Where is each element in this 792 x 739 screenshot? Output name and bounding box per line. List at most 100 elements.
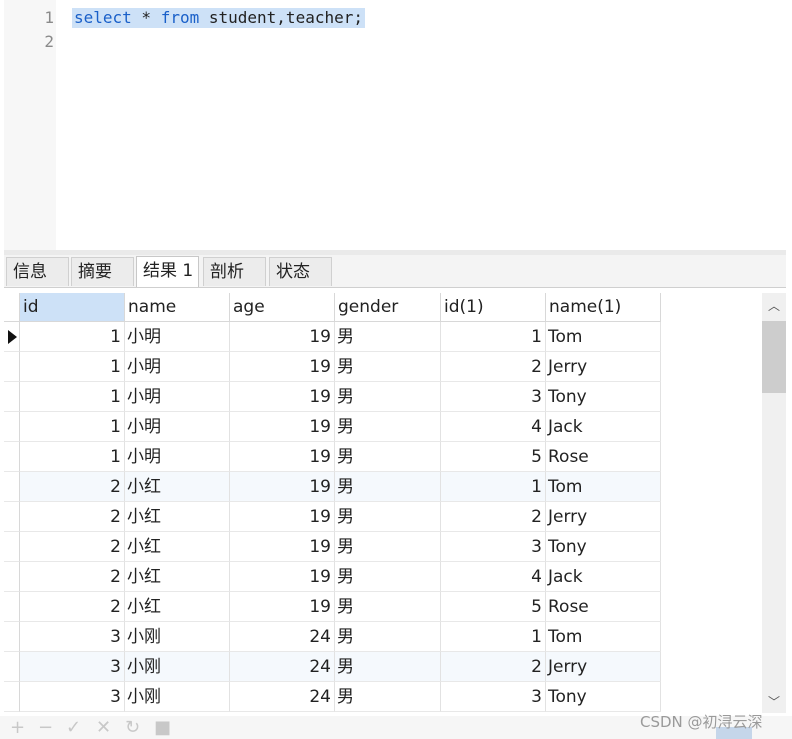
table-cell[interactable]: 1: [20, 442, 125, 472]
table-cell[interactable]: 男: [335, 562, 441, 592]
table-cell[interactable]: 小红: [125, 532, 230, 562]
table-cell[interactable]: 1: [20, 352, 125, 382]
sql-query-line[interactable]: select * from student,teacher;: [72, 8, 365, 28]
table-cell[interactable]: 24: [230, 622, 335, 652]
table-cell[interactable]: 4: [441, 562, 546, 592]
table-cell[interactable]: Jerry: [546, 352, 661, 382]
scroll-thumb[interactable]: [762, 321, 786, 393]
table-cell[interactable]: 男: [335, 322, 441, 352]
table-cell[interactable]: 19: [230, 412, 335, 442]
table-cell[interactable]: Rose: [546, 592, 661, 622]
table-cell[interactable]: 小刚: [125, 622, 230, 652]
table-cell[interactable]: 5: [441, 592, 546, 622]
table-cell[interactable]: 24: [230, 652, 335, 682]
table-cell[interactable]: Tony: [546, 532, 661, 562]
table-row[interactable]: 1 小明 19 男 5 Rose: [4, 442, 661, 472]
table-cell[interactable]: 小红: [125, 472, 230, 502]
table-cell[interactable]: 小明: [125, 382, 230, 412]
tab-summary[interactable]: 摘要: [71, 257, 134, 286]
table-cell[interactable]: Tony: [546, 682, 661, 712]
table-cell[interactable]: 1: [20, 322, 125, 352]
apply-icon[interactable]: ✓: [66, 719, 81, 737]
table-cell[interactable]: 2: [441, 502, 546, 532]
table-row[interactable]: 1 小明 19 男 2 Jerry: [4, 352, 661, 382]
table-cell[interactable]: 男: [335, 382, 441, 412]
table-cell[interactable]: 19: [230, 352, 335, 382]
remove-icon[interactable]: −: [38, 719, 53, 737]
table-cell[interactable]: 男: [335, 472, 441, 502]
row-header[interactable]: [4, 502, 20, 532]
table-cell[interactable]: 3: [441, 532, 546, 562]
table-cell[interactable]: Rose: [546, 442, 661, 472]
table-cell[interactable]: Tom: [546, 322, 661, 352]
table-cell[interactable]: 2: [20, 472, 125, 502]
table-row[interactable]: 3 小刚 24 男 3 Tony: [4, 682, 661, 712]
table-cell[interactable]: 19: [230, 322, 335, 352]
tab-status[interactable]: 状态: [269, 257, 332, 286]
table-cell[interactable]: 19: [230, 382, 335, 412]
table-row[interactable]: 2 小红 19 男 2 Jerry: [4, 502, 661, 532]
row-header[interactable]: [4, 322, 20, 352]
table-cell[interactable]: 19: [230, 472, 335, 502]
table-row[interactable]: 2 小红 19 男 4 Jack: [4, 562, 661, 592]
table-row[interactable]: 3 小刚 24 男 2 Jerry: [4, 652, 661, 682]
table-row[interactable]: 1 小明 19 男 4 Jack: [4, 412, 661, 442]
table-cell[interactable]: 19: [230, 562, 335, 592]
table-cell[interactable]: Jerry: [546, 502, 661, 532]
table-cell[interactable]: Jack: [546, 562, 661, 592]
table-cell[interactable]: Tom: [546, 622, 661, 652]
scroll-up-icon[interactable]: ︿: [768, 300, 780, 312]
table-cell[interactable]: Tom: [546, 472, 661, 502]
row-header[interactable]: [4, 682, 20, 712]
table-cell[interactable]: 男: [335, 592, 441, 622]
stop-icon[interactable]: ■: [154, 719, 171, 737]
table-cell[interactable]: 小刚: [125, 682, 230, 712]
row-header[interactable]: [4, 532, 20, 562]
sql-editor[interactable]: 1 2 select * from student,teacher;: [4, 0, 786, 250]
table-cell[interactable]: Jerry: [546, 652, 661, 682]
table-row[interactable]: 2 小红 19 男 1 Tom: [4, 472, 661, 502]
table-cell[interactable]: 3: [20, 682, 125, 712]
table-cell[interactable]: 1: [441, 322, 546, 352]
row-header[interactable]: [4, 382, 20, 412]
table-cell[interactable]: 19: [230, 442, 335, 472]
table-row[interactable]: 1 小明 19 男 3 Tony: [4, 382, 661, 412]
table-cell[interactable]: 2: [20, 562, 125, 592]
tab-profile[interactable]: 剖析: [203, 257, 266, 286]
column-header[interactable]: gender: [335, 293, 441, 322]
row-header[interactable]: [4, 592, 20, 622]
table-cell[interactable]: 2: [20, 502, 125, 532]
table-cell[interactable]: 1: [20, 412, 125, 442]
column-header[interactable]: name: [125, 293, 230, 322]
table-row[interactable]: 3 小刚 24 男 1 Tom: [4, 622, 661, 652]
result-grid[interactable]: id name age gender id(1) name(1) 1 小明 19 男 1 Tom 1 小…: [4, 293, 764, 713]
table-cell[interactable]: 小红: [125, 562, 230, 592]
table-cell[interactable]: 19: [230, 592, 335, 622]
table-cell[interactable]: 2: [20, 532, 125, 562]
column-header[interactable]: id: [20, 293, 125, 322]
table-cell[interactable]: 24: [230, 682, 335, 712]
table-cell[interactable]: 男: [335, 682, 441, 712]
table-cell[interactable]: 3: [441, 382, 546, 412]
table-cell[interactable]: 男: [335, 622, 441, 652]
table-cell[interactable]: 小明: [125, 412, 230, 442]
table-cell[interactable]: 3: [20, 622, 125, 652]
table-cell[interactable]: 小红: [125, 502, 230, 532]
table-cell[interactable]: 小明: [125, 352, 230, 382]
column-header[interactable]: id(1): [441, 293, 546, 322]
table-row[interactable]: 2 小红 19 男 5 Rose: [4, 592, 661, 622]
table-row[interactable]: 2 小红 19 男 3 Tony: [4, 532, 661, 562]
table-cell[interactable]: 3: [441, 682, 546, 712]
table-cell[interactable]: 小红: [125, 592, 230, 622]
table-cell[interactable]: 男: [335, 442, 441, 472]
table-cell[interactable]: 小刚: [125, 652, 230, 682]
table-row[interactable]: 1 小明 19 男 1 Tom: [4, 322, 661, 352]
table-cell[interactable]: 2: [20, 592, 125, 622]
table-cell[interactable]: 4: [441, 412, 546, 442]
row-header[interactable]: [4, 442, 20, 472]
table-cell[interactable]: 5: [441, 442, 546, 472]
table-cell[interactable]: 19: [230, 532, 335, 562]
table-cell[interactable]: 1: [20, 382, 125, 412]
row-header[interactable]: [4, 622, 20, 652]
row-header[interactable]: [4, 352, 20, 382]
